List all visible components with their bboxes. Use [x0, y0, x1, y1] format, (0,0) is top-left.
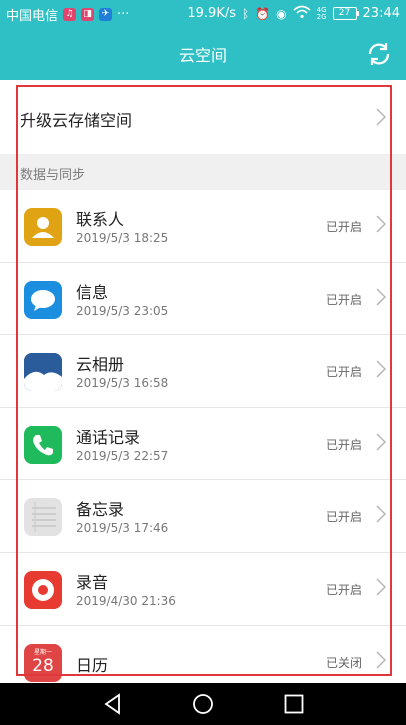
recorder-icon — [24, 570, 62, 609]
messages-icon — [24, 280, 62, 319]
item-status: 已开启 — [325, 437, 362, 452]
sync-list: 联系人 2019/5/3 18:25 已开启 信息 2019/5/3 23:05… — [0, 190, 406, 683]
calendar-weekday: 星期一 — [33, 648, 52, 656]
recents-icon[interactable] — [283, 693, 305, 715]
item-name: 通话记录 — [76, 427, 141, 447]
list-item-notes[interactable]: 备忘录 2019/5/3 17:46 已开启 — [0, 480, 406, 553]
upgrade-storage-label: 升级云存储空间 — [20, 111, 133, 130]
notes-icon — [24, 498, 62, 537]
carrier-label: 中国电信 — [6, 9, 59, 24]
eye-comfort-icon: ◉ — [276, 6, 287, 21]
item-name: 联系人 — [76, 210, 125, 229]
item-sync-time: 2019/5/3 22:57 — [76, 448, 169, 463]
more-notifications-icon: ··· — [117, 7, 130, 22]
network-speed: 19.9K/s — [187, 6, 236, 21]
chevron-right-icon — [376, 360, 386, 378]
item-status: 已开启 — [325, 510, 362, 525]
cellular-signal-icon: 4G 2G — [316, 5, 327, 21]
upgrade-storage-row[interactable]: 升级云存储空间 — [0, 80, 406, 154]
alarm-icon: ⏰ — [255, 6, 271, 21]
item-name: 云相册 — [76, 355, 125, 375]
battery-icon: 27 — [332, 7, 359, 20]
clock: 23:44 — [362, 6, 400, 21]
section-label: 数据与同步 — [20, 168, 86, 183]
sync-icon[interactable] — [366, 41, 392, 67]
bluetooth-icon: ᛒ — [242, 6, 250, 21]
list-item-gallery[interactable]: 云相册 2019/5/3 16:58 已开启 — [0, 335, 406, 408]
page-title: 云空间 — [178, 46, 227, 65]
navigation-bar — [0, 683, 406, 725]
title-bar: 云空间 — [0, 30, 406, 78]
chevron-right-icon — [376, 288, 386, 306]
item-status: 已开启 — [325, 365, 362, 380]
item-sync-time: 2019/4/30 21:36 — [76, 593, 176, 608]
contacts-icon — [24, 208, 62, 246]
list-item-call-log[interactable]: 通话记录 2019/5/3 22:57 已开启 — [0, 408, 406, 481]
list-item-contacts[interactable]: 联系人 2019/5/3 18:25 已开启 — [0, 190, 406, 263]
calendar-day: 28 — [32, 655, 54, 676]
item-name: 信息 — [76, 282, 109, 302]
music-app-icon: ♫ — [63, 8, 77, 21]
item-sync-time: 2019/5/3 17:46 — [76, 521, 169, 536]
calendar-icon: 星期一 28 — [24, 643, 62, 682]
shop-app-icon: ◨ — [81, 8, 95, 21]
item-status: 已开启 — [325, 582, 362, 597]
status-bar: 中国电信 ♫ ◨ ✈ ··· 19.9K/s ᛒ ⏰ ◉ 4G 2G 27 23:… — [0, 0, 406, 28]
list-item-messages[interactable]: 信息 2019/5/3 23:05 已开启 — [0, 263, 406, 336]
item-sync-time: 2019/5/3 16:58 — [76, 376, 169, 391]
item-name: 备忘录 — [76, 500, 125, 520]
chevron-right-icon — [376, 578, 386, 596]
app-header: 中国电信 ♫ ◨ ✈ ··· 19.9K/s ᛒ ⏰ ◉ 4G 2G 27 23:… — [0, 0, 406, 80]
back-icon[interactable] — [102, 693, 124, 715]
gallery-icon — [24, 353, 62, 392]
chevron-right-icon — [376, 505, 386, 523]
item-sync-time: 2019/5/3 23:05 — [76, 303, 169, 318]
home-icon[interactable] — [192, 693, 214, 715]
item-name: 日历 — [76, 655, 109, 675]
phone-icon — [24, 425, 62, 464]
chevron-right-icon — [376, 108, 386, 126]
chevron-right-icon — [376, 433, 386, 451]
list-item-calendar[interactable]: 星期一 28 日历 已关闭 — [0, 626, 406, 683]
item-status: 已关闭 — [325, 655, 362, 670]
item-status: 已开启 — [325, 292, 362, 307]
list-item-recorder[interactable]: 录音 2019/4/30 21:36 已开启 — [0, 553, 406, 626]
chevron-right-icon — [376, 215, 386, 233]
section-header: 数据与同步 — [0, 154, 406, 190]
item-name: 录音 — [76, 572, 109, 592]
item-status: 已开启 — [325, 220, 362, 234]
wifi-icon — [293, 5, 311, 22]
item-sync-time: 2019/5/3 18:25 — [76, 231, 169, 245]
travel-app-icon: ✈ — [99, 8, 113, 21]
chevron-right-icon — [376, 651, 386, 669]
